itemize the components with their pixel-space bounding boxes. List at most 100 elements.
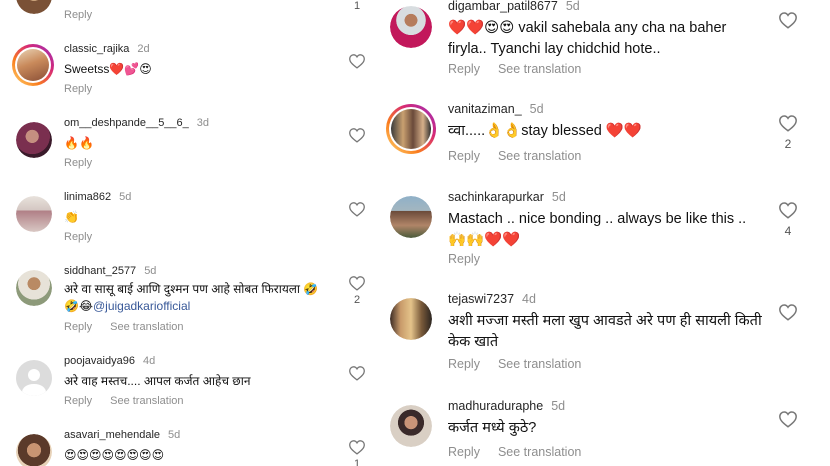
reply-button[interactable]: Reply <box>64 157 92 169</box>
avatar[interactable] <box>16 122 52 158</box>
avatar[interactable] <box>390 405 432 447</box>
comment-emoji: 🤣😂 <box>64 299 93 314</box>
username[interactable]: vanitaziman_ <box>448 102 522 116</box>
comment: poojavaidya96 4d अरे वाह मस्तच.... आपल कर… <box>0 352 375 412</box>
like-count: 1 <box>353 0 361 12</box>
comment: linima862 5d 👏 Reply <box>0 188 375 248</box>
comment-text-line: Mastach .. nice bonding .. always be lik… <box>448 211 747 227</box>
avatar[interactable] <box>12 44 54 86</box>
avatar[interactable] <box>386 104 436 154</box>
username[interactable]: linima862 <box>64 191 111 203</box>
comment-text: ❤️❤️😍😍 vakil sahebala any cha na baher f… <box>448 18 726 60</box>
reply-button[interactable]: Reply <box>64 9 92 21</box>
comment-text-line: 🤣😂@juigadkariofficial <box>64 298 318 315</box>
username[interactable]: asavari_mehendale <box>64 429 160 441</box>
reply-button[interactable]: Reply <box>64 83 92 95</box>
like-heart-icon[interactable] <box>348 53 366 69</box>
comment-age: 4d <box>522 292 536 306</box>
like-heart-icon[interactable] <box>348 365 366 381</box>
comment: madhuraduraphe 5d कर्जत मध्ये कुठे? Reply… <box>378 397 830 466</box>
comment-header: vanitaziman_ 5d <box>448 102 544 116</box>
comment-actions: Reply <box>64 9 92 21</box>
reply-button[interactable]: Reply <box>448 252 480 266</box>
avatar[interactable] <box>16 196 52 232</box>
reply-button[interactable]: Reply <box>448 357 480 371</box>
reply-button[interactable]: Reply <box>448 62 480 76</box>
see-translation-button[interactable]: See translation <box>498 357 581 371</box>
comment-header: linima862 5d <box>64 191 131 203</box>
avatar[interactable] <box>16 0 52 14</box>
username[interactable]: classic_rajika <box>64 43 129 55</box>
comment-age: 5d <box>119 191 132 203</box>
comment-header: om__deshpande__5__6_ 3d <box>64 117 209 129</box>
username[interactable]: poojavaidya96 <box>64 355 135 367</box>
comment-header: poojavaidya96 4d <box>64 355 155 367</box>
username[interactable]: siddhant_2577 <box>64 265 136 277</box>
comment-text: Sweetss❤️💕😍 <box>64 62 152 76</box>
like-heart-icon[interactable] <box>348 275 366 291</box>
see-translation-button[interactable]: See translation <box>498 62 581 76</box>
like-heart-icon[interactable] <box>348 439 366 455</box>
like-heart-icon[interactable] <box>778 201 798 219</box>
comment-text-line: केक खाते <box>448 334 499 351</box>
avatar[interactable] <box>16 270 52 306</box>
comment-header: sachinkarapurkar 5d <box>448 190 566 204</box>
like-heart-icon[interactable] <box>348 127 366 143</box>
comment-actions: Reply See translation <box>64 395 184 407</box>
comment-actions: Reply See translation <box>448 445 581 459</box>
username[interactable]: sachinkarapurkar <box>448 190 544 204</box>
avatar[interactable] <box>390 196 432 238</box>
comment-text-line: अरे वा सासू बाई आणि दुश्मन पण आहे सोबत फ… <box>64 282 319 296</box>
see-translation-button[interactable]: See translation <box>498 445 581 459</box>
like-count: 2 <box>784 137 792 151</box>
comment-age: 5d <box>551 190 566 204</box>
comment-text: Mastach .. nice bonding .. always be lik… <box>448 209 746 251</box>
comment-text: 😍😍😍😍😍😍😍😍 <box>64 448 165 462</box>
avatar[interactable] <box>390 298 432 340</box>
like-heart-icon[interactable] <box>778 303 798 321</box>
comment: sachinkarapurkar 5d Mastach .. nice bondi… <box>378 188 830 272</box>
comment-actions: Reply <box>64 83 92 95</box>
comment: classic_rajika 2d Sweetss❤️💕😍 Reply <box>0 40 375 100</box>
username[interactable]: digambar_patil8677 <box>448 0 558 13</box>
comment-actions: Reply <box>64 157 92 169</box>
see-translation-button[interactable]: See translation <box>110 321 183 333</box>
like-heart-icon[interactable] <box>778 410 798 428</box>
avatar[interactable] <box>390 6 432 48</box>
see-translation-button[interactable]: See translation <box>110 395 183 407</box>
reply-button[interactable]: Reply <box>64 395 92 407</box>
comment: siddhant_2577 5d अरे वा सासू बाई आणि दुश्… <box>0 262 375 342</box>
username[interactable]: tejaswi7237 <box>448 292 514 306</box>
like-count: 2 <box>353 294 361 306</box>
like-heart-icon[interactable] <box>778 11 798 29</box>
avatar[interactable] <box>16 434 52 466</box>
mention-link[interactable]: @juigadkariofficial <box>93 299 190 313</box>
username[interactable]: madhuraduraphe <box>448 399 543 413</box>
comment-header: digambar_patil8677 5d <box>448 0 580 13</box>
comment: vanitaziman_ 5d व्वा.....👌👌stay blessed ❤… <box>378 100 830 172</box>
comment-actions: Reply See translation <box>448 149 581 163</box>
reply-button[interactable]: Reply <box>64 321 92 333</box>
comments-column-left: Reply 1 classic_rajika 2d Sweetss❤️💕😍 Rep… <box>0 0 375 466</box>
comment: tejaswi7237 4d अशी मज्जा मस्ती मला खुप आव… <box>378 290 830 378</box>
default-avatar-icon[interactable] <box>16 360 52 396</box>
comment-text: अरे वाह मस्तच.... आपल कर्जत आहेच छान <box>64 374 251 388</box>
comment-actions: Reply <box>64 231 92 243</box>
comment-text: अरे वा सासू बाई आणि दुश्मन पण आहे सोबत फ… <box>64 281 318 316</box>
comment-header: asavari_mehendale 5d <box>64 429 180 441</box>
see-translation-button[interactable]: See translation <box>498 149 581 163</box>
comment: digambar_patil8677 5d ❤️❤️😍😍 vakil saheba… <box>378 0 830 86</box>
reply-button[interactable]: Reply <box>448 149 480 163</box>
comment-text-line: 🙌🙌❤️❤️ <box>448 232 521 249</box>
reply-button[interactable]: Reply <box>448 445 480 459</box>
like-count: 4 <box>784 224 792 238</box>
comment-text: 👏 <box>64 210 79 224</box>
reply-button[interactable]: Reply <box>64 231 92 243</box>
like-count: 1 <box>353 458 361 466</box>
comment-text: कर्जत मध्ये कुठे? <box>448 420 537 436</box>
comment-header: madhuraduraphe 5d <box>448 399 565 413</box>
like-heart-icon[interactable] <box>778 114 798 132</box>
comment-age: 5d <box>144 265 157 277</box>
username[interactable]: om__deshpande__5__6_ <box>64 117 189 129</box>
like-heart-icon[interactable] <box>348 201 366 217</box>
